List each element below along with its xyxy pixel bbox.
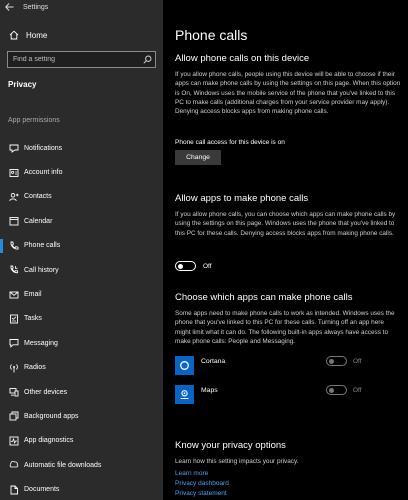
sidebar-item-label: Contacts: [24, 193, 52, 201]
privacy-options-heading: Know your privacy options: [175, 440, 286, 451]
sidebar-nav: Notifications Account info Contacts Cale…: [0, 136, 163, 500]
sidebar-item-tasks[interactable]: Tasks: [0, 307, 163, 331]
tasks-icon: [8, 313, 19, 324]
privacy-dashboard-link[interactable]: Privacy dashboard: [175, 480, 229, 487]
sidebar-item-app-diagnostics[interactable]: App diagnostics: [0, 429, 163, 453]
sidebar-item-label: Email: [24, 291, 42, 299]
back-button[interactable]: [0, 0, 18, 14]
title-bar: Settings: [0, 0, 163, 14]
messaging-icon: [8, 338, 19, 349]
app-row-maps: Maps Off: [175, 385, 401, 405]
window-title: Settings: [23, 3, 49, 11]
home-link[interactable]: Home: [8, 29, 47, 41]
sidebar-item-label: Other devices: [24, 388, 68, 396]
toggle-knob: [178, 263, 183, 269]
cortana-toggle-label: Off: [353, 358, 362, 365]
device-access-status: Phone call access for this device is on: [175, 139, 285, 146]
sidebar-item-calendar[interactable]: Calendar: [0, 209, 163, 233]
cortana-toggle[interactable]: [326, 356, 347, 366]
toggle-knob: [329, 387, 334, 393]
privacy-statement-link[interactable]: Privacy statement: [175, 490, 227, 497]
radios-icon: [8, 362, 19, 373]
sidebar-item-notifications[interactable]: Notifications: [0, 136, 163, 160]
privacy-heading: Privacy: [8, 80, 37, 89]
sidebar-item-label: Phone calls: [24, 242, 61, 250]
app-diagnostics-icon: [8, 435, 19, 446]
sidebar-item-call-history[interactable]: Call history: [0, 258, 163, 282]
sidebar-item-label: Radios: [24, 364, 46, 372]
allow-apps-toggle-label: Off: [203, 263, 212, 270]
app-row-cortana: Cortana Off: [175, 356, 401, 376]
cortana-icon: [175, 356, 194, 375]
sidebar-item-other-devices[interactable]: Other devices: [0, 380, 163, 404]
search-icon[interactable]: [139, 52, 155, 67]
search-input[interactable]: [8, 56, 139, 63]
sidebar-item-label: Messaging: [24, 339, 58, 347]
maps-toggle[interactable]: [326, 385, 347, 395]
sidebar-item-label: Calendar: [24, 217, 53, 225]
background-apps-icon: [8, 411, 19, 422]
learn-more-link[interactable]: Learn more: [175, 470, 208, 477]
sidebar-item-email[interactable]: Email: [0, 282, 163, 306]
search-box: [7, 51, 156, 68]
allow-apps-toggle[interactable]: [175, 261, 196, 271]
documents-icon: [8, 484, 19, 495]
sidebar-item-messaging[interactable]: Messaging: [0, 331, 163, 355]
sidebar-item-radios[interactable]: Radios: [0, 356, 163, 380]
maps-icon: [175, 385, 194, 404]
toggle-knob: [329, 358, 334, 364]
sidebar-item-label: Call history: [24, 266, 59, 274]
other-devices-icon: [8, 387, 19, 398]
home-label: Home: [26, 30, 48, 40]
sidebar-item-phone-calls[interactable]: Phone calls: [0, 234, 163, 258]
sidebar-item-background-apps[interactable]: Background apps: [0, 404, 163, 428]
change-button[interactable]: Change: [175, 150, 221, 165]
privacy-options-description: Learn how this setting impacts your priv…: [175, 458, 299, 465]
sidebar-item-account-info[interactable]: Account info: [0, 160, 163, 184]
sidebar-item-automatic-file-downloads[interactable]: Automatic file downloads: [0, 453, 163, 477]
sidebar-item-label: Automatic file downloads: [24, 461, 102, 469]
main-panel: Phone calls Allow phone calls on this de…: [163, 0, 408, 500]
account-info-icon: [8, 167, 19, 178]
choose-apps-description: Some apps need to make phone calls to wo…: [175, 310, 395, 345]
phone-icon: [8, 240, 19, 251]
home-icon: [8, 29, 20, 41]
calendar-icon: [8, 216, 19, 227]
sidebar: Settings Home Privacy App permissions No…: [0, 0, 163, 500]
sidebar-item-documents[interactable]: Documents: [0, 477, 163, 500]
app-name: Cortana: [201, 358, 226, 365]
maps-toggle-label: Off: [353, 387, 362, 394]
sidebar-item-label: Notifications: [24, 144, 63, 152]
sidebar-item-label: Documents: [24, 486, 60, 494]
app-permissions-label: App permissions: [8, 117, 60, 124]
allow-device-heading: Allow phone calls on this device: [175, 53, 310, 64]
sidebar-item-label: Tasks: [24, 315, 42, 323]
app-name: Maps: [201, 387, 218, 394]
page-title: Phone calls: [175, 27, 248, 43]
back-arrow-icon: [4, 3, 13, 11]
sidebar-item-label: Background apps: [24, 412, 79, 420]
allow-device-description: If you allow phone calls, people using t…: [175, 71, 401, 116]
choose-apps-heading: Choose which apps can make phone calls: [175, 292, 353, 303]
sidebar-item-label: App diagnostics: [24, 437, 74, 445]
allow-apps-heading: Allow apps to make phone calls: [175, 193, 309, 204]
contacts-icon: [8, 191, 19, 202]
file-downloads-icon: [8, 460, 19, 471]
email-icon: [8, 289, 19, 300]
sidebar-item-label: Account info: [24, 169, 63, 177]
allow-apps-description: If you allow phone calls, you can choose…: [175, 211, 396, 237]
call-history-icon: [8, 265, 19, 276]
notifications-icon: [8, 143, 19, 154]
sidebar-item-contacts[interactable]: Contacts: [0, 185, 163, 209]
